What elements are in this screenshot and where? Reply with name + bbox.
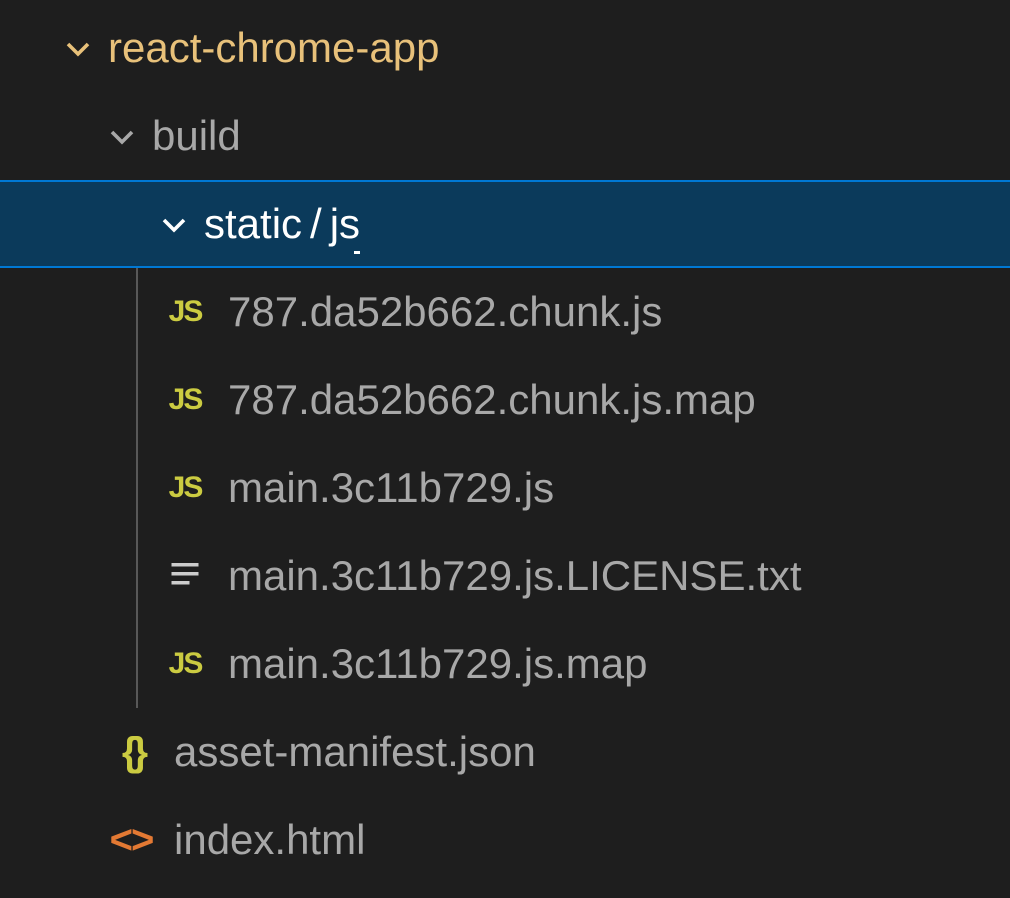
folder-path-seg2: js	[330, 200, 360, 248]
file-explorer-tree: react-chrome-app build static / js JS 78…	[0, 0, 1010, 884]
path-separator: /	[310, 200, 322, 248]
file-label: index.html	[174, 816, 365, 864]
tree-file[interactable]: JS main.3c11b729.js.map	[0, 620, 1010, 708]
chevron-down-icon	[100, 114, 144, 158]
js-file-icon: JS	[156, 378, 214, 422]
tree-file[interactable]: JS 787.da52b662.chunk.js	[0, 268, 1010, 356]
js-file-icon: JS	[156, 642, 214, 686]
file-label: 787.da52b662.chunk.js	[228, 288, 662, 336]
chevron-down-icon	[56, 26, 100, 70]
tree-folder-build[interactable]: build	[0, 92, 1010, 180]
html-file-icon: <>	[102, 818, 160, 862]
tree-folder-root[interactable]: react-chrome-app	[0, 4, 1010, 92]
file-label: main.3c11b729.js.map	[228, 640, 647, 688]
folder-label: react-chrome-app	[108, 24, 439, 72]
chevron-down-icon	[152, 202, 196, 246]
json-file-icon: { }	[102, 730, 160, 774]
tree-file[interactable]: { } asset-manifest.json	[0, 708, 1010, 796]
file-label: main.3c11b729.js.LICENSE.txt	[228, 552, 802, 600]
tree-file[interactable]: main.3c11b729.js.LICENSE.txt	[0, 532, 1010, 620]
tree-file[interactable]: JS main.3c11b729.js	[0, 444, 1010, 532]
file-label: main.3c11b729.js	[228, 464, 554, 512]
tree-folder-static-js[interactable]: static / js	[0, 180, 1010, 268]
js-file-icon: JS	[156, 290, 214, 334]
text-file-icon	[156, 554, 214, 598]
tree-file[interactable]: JS 787.da52b662.chunk.js.map	[0, 356, 1010, 444]
file-label: asset-manifest.json	[174, 728, 536, 776]
folder-label: build	[152, 112, 241, 160]
tree-children-static-js: JS 787.da52b662.chunk.js JS 787.da52b662…	[0, 268, 1010, 708]
js-file-icon: JS	[156, 466, 214, 510]
tree-file[interactable]: <> index.html	[0, 796, 1010, 884]
folder-path-seg1: static	[204, 200, 302, 248]
file-label: 787.da52b662.chunk.js.map	[228, 376, 756, 424]
